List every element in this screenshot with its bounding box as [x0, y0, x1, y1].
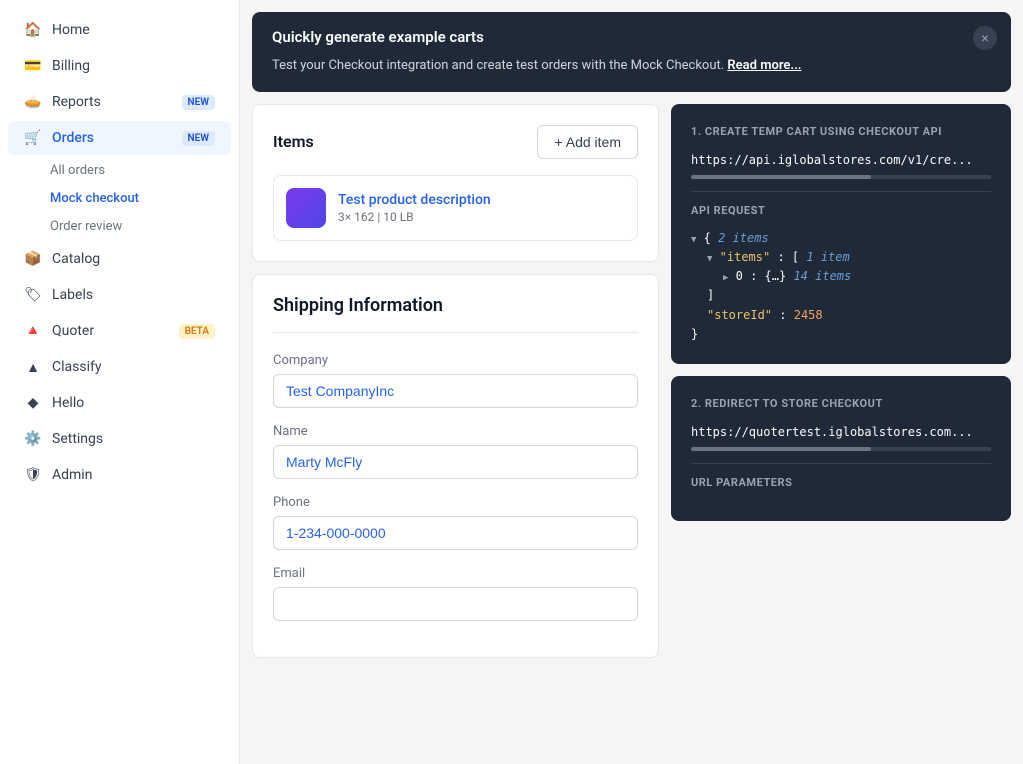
company-field-group: Company	[273, 353, 638, 408]
catalog-icon: 📦	[24, 250, 42, 268]
sidebar-item-label: Settings	[52, 431, 215, 447]
json-line-storeid: "storeId" : 2458	[691, 306, 991, 325]
sidebar-item-label: Billing	[52, 58, 215, 74]
sidebar-item-billing[interactable]: 💳 Billing	[8, 49, 231, 83]
json-line-items: ▼ "items" : [ 1 item	[691, 248, 991, 267]
sidebar-item-label: Orders	[52, 130, 172, 146]
sidebar-item-home[interactable]: 🏠 Home	[8, 13, 231, 47]
shipping-card: Shipping Information Company Name Phone …	[252, 274, 659, 658]
step1-scrollbar[interactable]	[691, 175, 991, 179]
sidebar-item-catalog[interactable]: 📦 Catalog	[8, 242, 231, 276]
sidebar-item-reports[interactable]: 🥧 Reports NEW	[8, 85, 231, 119]
step1-api-url: https://api.iglobalstores.com/v1/cre...	[691, 153, 991, 167]
sidebar-item-classify[interactable]: ▲ Classify	[8, 350, 231, 384]
sidebar-item-label: Admin	[52, 467, 215, 483]
step1-title: 1. CREATE TEMP CART USING CHECKOUT API	[691, 124, 991, 139]
sidebar-item-label: Hello	[52, 395, 215, 411]
shipping-title: Shipping Information	[273, 295, 638, 333]
company-label: Company	[273, 353, 638, 368]
quoter-badge: BETA	[179, 324, 215, 339]
sub-item-order-review[interactable]: Order review	[42, 213, 231, 240]
alert-title: Quickly generate example carts	[272, 28, 991, 46]
orders-icon: 🛒	[24, 129, 42, 147]
json-line-bracket-close: ]	[691, 286, 991, 305]
step2-divider	[691, 463, 991, 464]
product-icon	[286, 188, 326, 228]
json-line-root: ▼ { 2 items	[691, 229, 991, 248]
api-request-label: API REQUEST	[691, 204, 991, 217]
company-input[interactable]	[273, 374, 638, 408]
sidebar-item-label: Quoter	[52, 323, 169, 339]
classify-icon: ▲	[24, 358, 42, 376]
sidebar-item-hello[interactable]: ◆ Hello	[8, 386, 231, 420]
sidebar-item-label: Classify	[52, 359, 215, 375]
email-field-group: Email	[273, 566, 638, 621]
phone-field-group: Phone	[273, 495, 638, 550]
sidebar-item-label: Reports	[52, 94, 172, 110]
email-label: Email	[273, 566, 638, 581]
sub-item-all-orders[interactable]: All orders	[42, 157, 231, 184]
sub-item-mock-checkout[interactable]: Mock checkout	[42, 185, 231, 212]
json-viewer: ▼ { 2 items ▼ "items" : [ 1 item ▶ 0 : {…	[691, 229, 991, 344]
product-row: Test product description 3× 162 | 10 LB	[273, 175, 638, 241]
reports-icon: 🥧	[24, 93, 42, 111]
product-meta: 3× 162 | 10 LB	[338, 210, 491, 224]
items-title: Items	[273, 132, 314, 151]
step2-card: 2. REDIRECT TO STORE CHECKOUT https://qu…	[671, 376, 1011, 521]
sidebar-item-label: Catalog	[52, 251, 215, 267]
step2-scrollbar[interactable]	[691, 447, 991, 451]
sidebar-item-label: Labels	[52, 287, 215, 303]
step2-scrollbar-thumb	[691, 447, 871, 451]
content-area: Items + Add item Test product descriptio…	[240, 104, 1023, 764]
quoter-icon: 🔺	[24, 322, 42, 340]
sidebar-item-quoter[interactable]: 🔺 Quoter BETA	[8, 314, 231, 348]
settings-icon: ⚙️	[24, 430, 42, 448]
orders-sub-items: All orders Mock checkout Order review	[0, 156, 239, 241]
sidebar-item-admin[interactable]: 🛡 Admin	[8, 458, 231, 492]
items-card-header: Items + Add item	[273, 125, 638, 159]
orders-badge: NEW	[182, 131, 216, 146]
alert-banner: Quickly generate example carts Test your…	[252, 12, 1011, 92]
items-card: Items + Add item Test product descriptio…	[252, 104, 659, 262]
url-params-label: URL PARAMETERS	[691, 476, 991, 489]
step1-scrollbar-thumb	[691, 175, 871, 179]
labels-icon: 🏷	[24, 286, 42, 304]
name-input[interactable]	[273, 445, 638, 479]
sidebar: 🏠 Home 💳 Billing 🥧 Reports NEW 🛒 Orders …	[0, 0, 240, 764]
reports-badge: NEW	[182, 95, 216, 110]
left-panel: Items + Add item Test product descriptio…	[252, 104, 659, 753]
phone-input[interactable]	[273, 516, 638, 550]
read-more-link[interactable]: Read more...	[727, 58, 801, 73]
main-content: Quickly generate example carts Test your…	[240, 0, 1023, 764]
name-label: Name	[273, 424, 638, 439]
right-panel: 1. CREATE TEMP CART USING CHECKOUT API h…	[671, 104, 1011, 753]
admin-icon: 🛡	[24, 466, 42, 484]
alert-description: Test your Checkout integration and creat…	[272, 56, 991, 76]
hello-icon: ◆	[24, 394, 42, 412]
phone-label: Phone	[273, 495, 638, 510]
json-line-root-close: }	[691, 325, 991, 344]
sidebar-item-label: Home	[52, 22, 215, 38]
billing-icon: 💳	[24, 57, 42, 75]
collapse-icon: ▼	[691, 233, 696, 247]
email-input[interactable]	[273, 587, 638, 621]
step1-divider	[691, 191, 991, 192]
json-line-zero: ▶ 0 : {…} 14 items	[691, 267, 991, 286]
step2-url: https://quotertest.iglobalstores.com...	[691, 425, 991, 439]
alert-close-button[interactable]: ×	[973, 26, 997, 50]
product-description: Test product description	[338, 192, 491, 208]
sidebar-item-labels[interactable]: 🏷 Labels	[8, 278, 231, 312]
product-info: Test product description 3× 162 | 10 LB	[338, 192, 491, 224]
add-item-button[interactable]: + Add item	[537, 125, 638, 159]
name-field-group: Name	[273, 424, 638, 479]
home-icon: 🏠	[24, 21, 42, 39]
step2-title: 2. REDIRECT TO STORE CHECKOUT	[691, 396, 991, 411]
step1-card: 1. CREATE TEMP CART USING CHECKOUT API h…	[671, 104, 1011, 365]
sidebar-item-orders[interactable]: 🛒 Orders NEW	[8, 121, 231, 155]
sidebar-item-settings[interactable]: ⚙️ Settings	[8, 422, 231, 456]
